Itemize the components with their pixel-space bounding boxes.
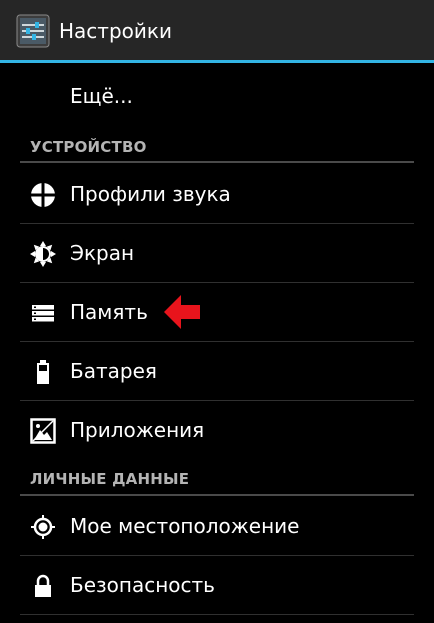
settings-item-apps[interactable]: Приложения <box>0 401 434 459</box>
section-divider <box>20 494 414 496</box>
list-divider <box>20 614 414 615</box>
section-divider <box>20 161 414 163</box>
section-header-personal: ЛИЧНЫЕ ДАННЫЕ <box>0 459 434 495</box>
settings-item-label: Память <box>70 300 148 324</box>
settings-item-location[interactable]: Мое местоположение <box>0 497 434 555</box>
lock-icon <box>30 573 56 599</box>
section-header-device: УСТРОЙСТВО <box>0 127 434 163</box>
battery-icon <box>30 359 56 385</box>
section-header-text: ЛИЧНЫЕ ДАННЫЕ <box>30 470 190 488</box>
sound-profiles-icon <box>30 182 56 208</box>
settings-item-more[interactable]: Ещё... <box>0 67 434 125</box>
settings-item-label: Приложения <box>70 418 205 442</box>
settings-sliders-icon[interactable] <box>16 14 50 48</box>
settings-item-sound-profiles[interactable]: Профили звука <box>0 165 434 223</box>
settings-item-battery[interactable]: Батарея <box>0 342 434 400</box>
settings-list[interactable]: Ещё... УСТРОЙСТВО Профили звука Экран Па… <box>0 63 434 623</box>
settings-item-label: Мое местоположение <box>70 514 300 538</box>
action-bar: Настройки <box>0 0 434 60</box>
settings-item-label: Экран <box>70 241 135 265</box>
apps-icon <box>30 418 56 444</box>
storage-icon <box>30 300 56 326</box>
settings-item-storage[interactable]: Память <box>0 283 434 341</box>
settings-item-label: Батарея <box>70 359 157 383</box>
settings-item-security[interactable]: Безопасность <box>0 556 434 614</box>
red-arrow-icon <box>163 292 201 332</box>
settings-item-display[interactable]: Экран <box>0 224 434 282</box>
settings-item-label: Безопасность <box>70 573 215 597</box>
settings-item-label: Ещё... <box>70 84 133 108</box>
app-title: Настройки <box>59 19 172 43</box>
section-header-text: УСТРОЙСТВО <box>30 138 147 156</box>
display-brightness-icon <box>30 241 56 267</box>
settings-item-label: Профили звука <box>70 182 231 206</box>
location-icon <box>30 514 56 540</box>
